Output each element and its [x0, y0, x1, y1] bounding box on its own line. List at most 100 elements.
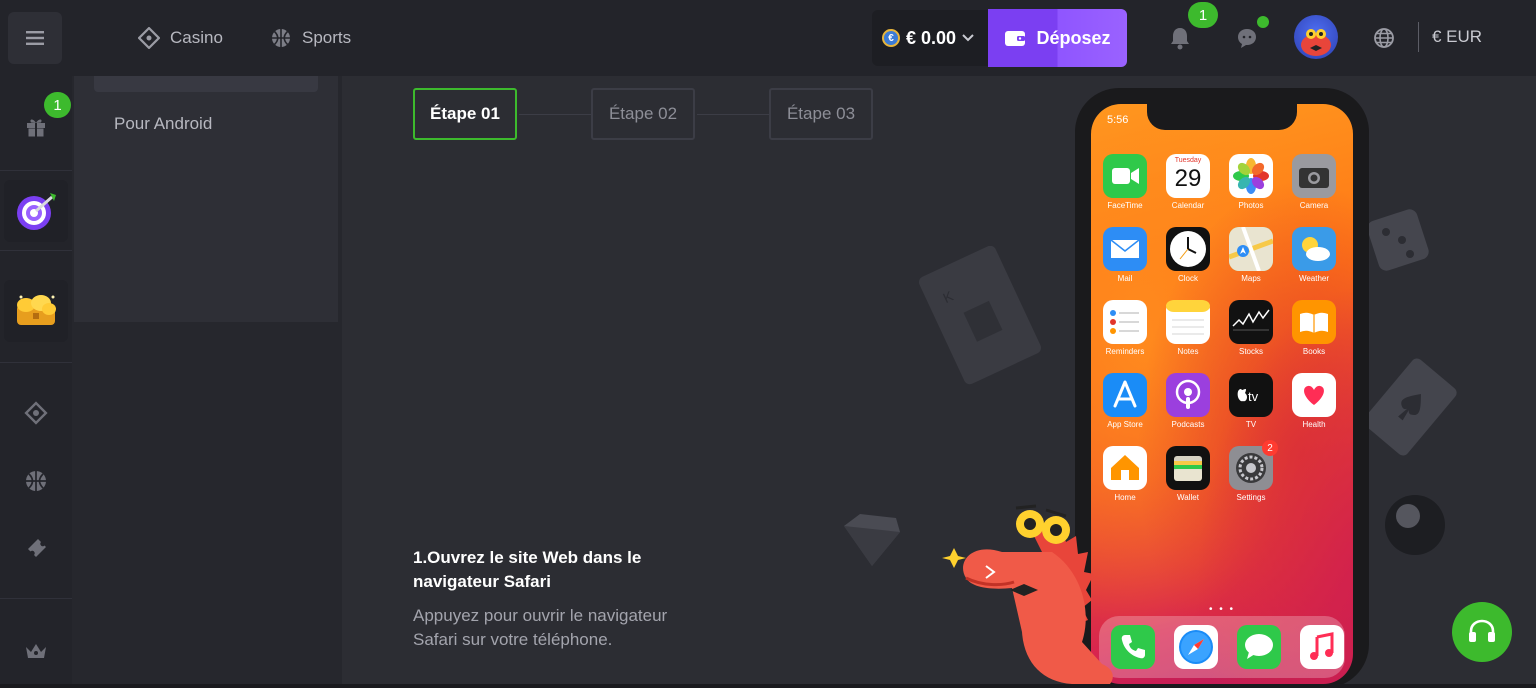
tab-step-03[interactable]: Étape 03	[769, 88, 873, 140]
dino-avatar-icon	[1301, 29, 1331, 56]
app-label: Notes	[1177, 347, 1199, 356]
stock-chart-icon	[1232, 309, 1270, 331]
chat-button[interactable]	[1233, 24, 1261, 52]
home-app-icon: Home	[1103, 446, 1147, 502]
dice-icon	[1367, 209, 1429, 271]
app-label: Health	[1302, 420, 1326, 429]
gift-icon	[27, 119, 45, 137]
cards-wallet-icon	[1174, 456, 1202, 481]
nav-casino[interactable]: Casino	[138, 24, 223, 52]
rail-target-game[interactable]	[4, 180, 68, 242]
rail-casino-button[interactable]	[0, 398, 72, 428]
target-game-icon	[17, 193, 56, 230]
bell-icon	[1171, 28, 1189, 50]
app-label: FaceTime	[1107, 201, 1143, 210]
app-root: Casino Sports € € 0.00 Déposez 1 € EUR 1…	[0, 0, 1536, 688]
sidebar-panel: Pour Android	[72, 76, 342, 688]
treasure-icon	[17, 295, 56, 325]
chat-icon	[1238, 29, 1256, 48]
globe-icon	[1374, 28, 1394, 48]
language-button[interactable]	[1370, 24, 1398, 52]
app-label: App Store	[1107, 420, 1143, 429]
app-label: TV	[1245, 420, 1257, 429]
camera-icon	[1299, 168, 1329, 188]
menu-button[interactable]	[8, 12, 62, 64]
app-label: Mail	[1117, 274, 1133, 283]
compass-icon	[1179, 630, 1213, 664]
sidebar-item-android[interactable]: Pour Android	[114, 114, 212, 134]
svg-text:tv: tv	[1248, 389, 1259, 404]
tab-step-02[interactable]: Étape 02	[591, 88, 695, 140]
notifications-badge: 1	[1188, 2, 1218, 28]
facetime-app-icon: FaceTime	[1103, 154, 1147, 210]
app-label: Weather	[1298, 274, 1330, 283]
support-chat-button[interactable]	[1452, 602, 1512, 662]
rail-vip-button[interactable]	[0, 636, 72, 666]
chat-online-dot	[1257, 16, 1269, 28]
podcast-icon	[1175, 379, 1201, 409]
app-label: Wallet	[1177, 493, 1199, 502]
deposit-button[interactable]: Déposez	[988, 9, 1127, 67]
list-icon	[1110, 310, 1139, 334]
app-label: Stocks	[1238, 347, 1263, 356]
rail-divider	[0, 170, 72, 171]
photos-app-icon: Photos	[1229, 154, 1273, 210]
settings-app-icon: 2 Settings	[1229, 440, 1278, 502]
rail-divider	[0, 598, 72, 599]
phone-app-grid: FaceTime Tuesday 29 Calendar Photos Came…	[1103, 154, 1343, 502]
phone-status-time: 5:56	[1107, 114, 1129, 126]
app-label: Maps	[1241, 274, 1261, 283]
step-connector	[697, 114, 769, 115]
casino-icon	[24, 401, 48, 425]
instruction-title: 1.Ouvrez le site Web dans le navigateur …	[413, 548, 642, 591]
house-icon	[1111, 455, 1139, 480]
heart-icon	[1304, 385, 1324, 405]
wallet-app-icon: Wallet	[1166, 446, 1210, 502]
left-rail: 1	[0, 76, 72, 688]
playing-card-king-icon: K	[918, 246, 1042, 385]
health-app-icon: Health	[1292, 373, 1336, 429]
maps-app-icon: Maps	[1228, 226, 1274, 283]
nav-sports-label: Sports	[302, 28, 352, 47]
balance-amount: € 0.00	[906, 27, 957, 48]
phone-dock	[1099, 616, 1345, 678]
balance-selector[interactable]: € € 0.00	[872, 10, 988, 66]
app-label: Camera	[1299, 201, 1329, 210]
phone-notch	[1147, 104, 1297, 130]
rail-tickets-button[interactable]	[0, 532, 72, 562]
app-label: Calendar	[1171, 201, 1205, 210]
rail-treasure[interactable]	[4, 280, 68, 342]
playing-card-spade-icon	[1363, 358, 1457, 456]
hamburger-icon	[26, 31, 44, 45]
music-note-icon	[1310, 632, 1334, 660]
settings-badge: 2	[1262, 440, 1278, 456]
ticket-icon	[28, 539, 46, 557]
sidebar-item-ios-tab[interactable]	[94, 76, 318, 92]
nav-casino-label: Casino	[170, 28, 223, 47]
safari-app-icon	[1174, 625, 1218, 669]
stocks-app-icon: Stocks	[1229, 300, 1273, 356]
rail-sports-button[interactable]	[0, 466, 72, 496]
avatar[interactable]	[1294, 15, 1338, 59]
basketball-icon	[272, 29, 290, 47]
rail-gift-badge: 1	[44, 92, 71, 118]
header-divider	[1418, 22, 1419, 52]
main-content: Étape 01 Étape 02 Étape 03 1.Ouvrez le s…	[342, 76, 1536, 688]
currency-selector[interactable]: € EUR	[1432, 27, 1482, 47]
app-label: Podcasts	[1171, 420, 1205, 429]
notifications-button[interactable]	[1166, 24, 1194, 52]
app-label: Settings	[1236, 493, 1266, 502]
calendar-day: Tuesday	[1174, 157, 1202, 164]
tab-step-01[interactable]: Étape 01	[413, 88, 517, 140]
clock-app-icon: Clock	[1166, 227, 1210, 283]
crocodile-mascot-icon	[942, 504, 1113, 684]
appstore-a-icon	[1113, 380, 1137, 408]
crown-icon	[26, 644, 46, 658]
top-header: Casino Sports € € 0.00 Déposez 1 € EUR	[0, 0, 1536, 76]
nav-sports[interactable]: Sports	[270, 24, 351, 52]
reminders-app-icon: Reminders	[1103, 300, 1147, 356]
open-book-icon	[1300, 312, 1328, 333]
black-ball-icon	[1385, 495, 1445, 555]
app-label: Reminders	[1105, 347, 1145, 356]
app-label: Photos	[1238, 201, 1264, 210]
